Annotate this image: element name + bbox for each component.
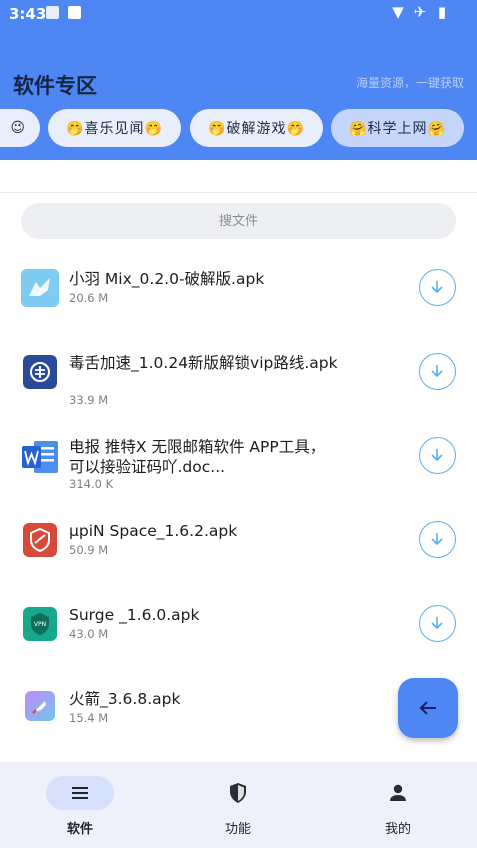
app-notification-icon [68, 6, 81, 19]
category-chip-vpn[interactable]: 🤗科学上网🤗 [331, 109, 464, 147]
list-item[interactable]: VPN Surge _1.6.0.apk 43.0 M [0, 583, 477, 667]
download-button[interactable] [419, 521, 456, 558]
download-arrow-icon [431, 449, 443, 462]
file-name: 毒舌加速_1.0.24新版解锁vip路线.apk [69, 354, 338, 372]
accelerator-app-icon [23, 355, 57, 389]
back-fab[interactable] [398, 678, 458, 738]
file-name: 火箭_3.6.8.apk [69, 690, 181, 708]
person-icon [390, 784, 406, 801]
battery-icon: ▮ [437, 3, 447, 21]
download-arrow-icon [431, 533, 443, 546]
file-name: Surge _1.6.0.apk [69, 606, 200, 624]
wifi-icon: ▼ [392, 3, 404, 21]
download-button[interactable] [419, 353, 456, 390]
vpn-app-icon: VPN [23, 607, 57, 641]
nav-label: 功能 [224, 822, 251, 837]
file-name: 小羽 Mix_0.2.0-破解版.apk [69, 270, 265, 288]
nav-item-software[interactable]: 软件 [20, 762, 140, 848]
nav-item-features[interactable]: 功能 [178, 762, 298, 848]
download-button[interactable] [419, 269, 456, 306]
file-size: 15.4 M [69, 711, 109, 725]
menu-icon [72, 787, 88, 799]
svg-text:VPN: VPN [34, 621, 46, 628]
page-subtitle: 海量资源，一键获取 [355, 76, 464, 90]
file-size: 43.0 M [69, 627, 109, 641]
header: 3:43 ▼ ✈ ▮ 软件专区 海量资源，一键获取 😉 🤭喜乐见闻🤭 🤭破解游戏… [0, 0, 477, 160]
file-name: 电报 推特X 无限邮箱软件 APP工具，可以接验证码吖.doc... [69, 438, 326, 476]
list-item[interactable]: 毒舌加速_1.0.24新版解锁vip路线.apk 33.9 M [0, 331, 477, 415]
download-arrow-icon [431, 365, 443, 378]
category-chip-games[interactable]: 🤭破解游戏🤭 [190, 109, 323, 147]
search-input[interactable] [21, 203, 456, 239]
rocket-app-icon [25, 691, 55, 721]
arrow-left-icon [419, 701, 436, 715]
status-time: 3:43 [9, 5, 47, 23]
nav-label: 软件 [66, 822, 93, 837]
bottom-nav: 软件 功能 我的 [0, 762, 477, 848]
status-bar: 3:43 ▼ ✈ ▮ [0, 0, 477, 28]
file-size: 20.6 M [69, 291, 109, 305]
download-button[interactable] [419, 437, 456, 474]
category-chips: 😉 🤭喜乐见闻🤭 🤭破解游戏🤭 🤗科学上网🤗 [0, 109, 477, 147]
download-arrow-icon [431, 617, 443, 630]
download-arrow-icon [431, 281, 443, 294]
shield-app-icon [23, 523, 57, 557]
file-size: 33.9 M [69, 393, 109, 407]
nav-item-profile[interactable]: 我的 [338, 762, 458, 848]
divider [0, 192, 477, 193]
airplane-mode-icon: ✈ [413, 3, 427, 21]
download-notification-icon [46, 6, 59, 19]
file-size: 314.0 K [69, 477, 114, 491]
word-document-icon [20, 437, 60, 477]
list-item[interactable]: 小羽 Mix_0.2.0-破解版.apk 20.6 M [0, 247, 477, 331]
bird-app-icon [21, 269, 59, 307]
file-size: 50.9 M [69, 543, 109, 557]
category-chip-partial[interactable]: 😉 [0, 109, 40, 147]
category-chip-news[interactable]: 🤭喜乐见闻🤭 [48, 109, 181, 147]
file-name: μpiN Space_1.6.2.apk [69, 522, 238, 540]
nav-label: 我的 [384, 822, 411, 837]
status-icons: ▼ ✈ ▮ [391, 3, 449, 21]
page-title: 软件专区 [13, 74, 97, 98]
list-item[interactable]: 电报 推特X 无限邮箱软件 APP工具，可以接验证码吖.doc... 314.0… [0, 415, 477, 499]
list-item[interactable]: μpiN Space_1.6.2.apk 50.9 M [0, 499, 477, 583]
download-button[interactable] [419, 605, 456, 642]
shield-icon [230, 783, 246, 803]
